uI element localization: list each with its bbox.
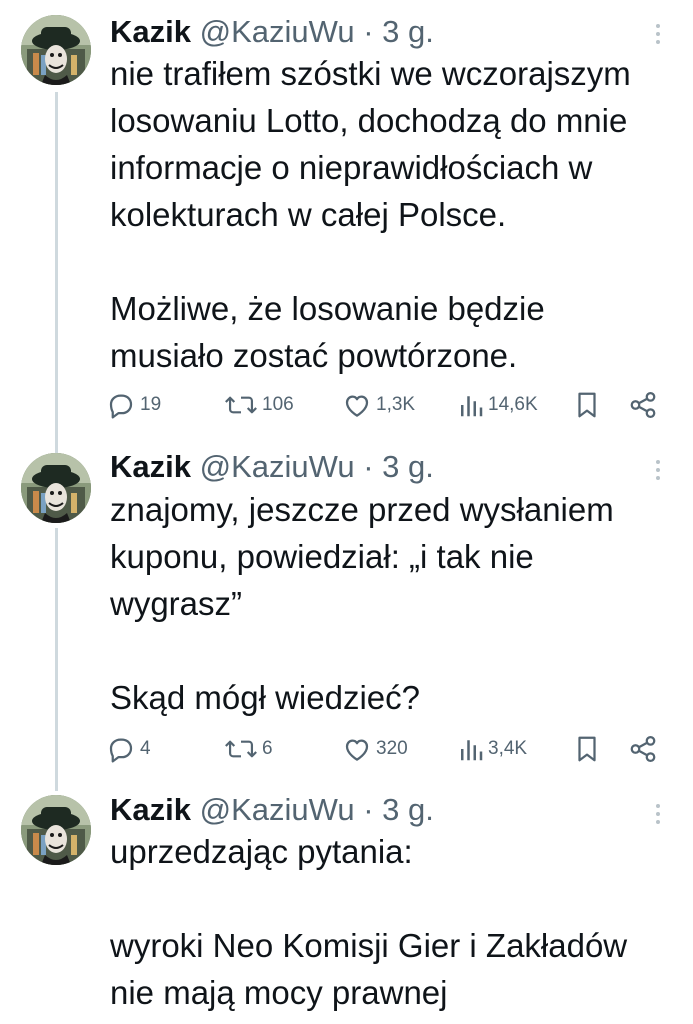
views-button[interactable]: 3,4K (458, 733, 527, 765)
avatar-image (21, 795, 91, 865)
thread-line (55, 528, 58, 791)
share-button[interactable] (628, 733, 662, 765)
views-icon (461, 740, 483, 761)
repost-button[interactable]: 6 (224, 733, 273, 765)
like-button[interactable]: 1,3K (342, 389, 415, 421)
more-icon[interactable] (652, 804, 664, 828)
more-icon[interactable] (652, 24, 664, 48)
timestamp[interactable]: 3 g. (382, 449, 434, 484)
tweet-text-line: informacje o nieprawidłościach w (110, 149, 593, 186)
reply-icon (109, 394, 133, 419)
share-icon (630, 392, 656, 418)
bookmark-icon (578, 736, 596, 762)
author-name[interactable]: Kazik (110, 792, 191, 827)
author-name[interactable]: Kazik (110, 449, 191, 484)
separator-dot: · (363, 792, 374, 827)
tweet-header: Kazik @KaziuWu · 3 g. (110, 792, 434, 828)
tweet-text-line: Skąd mógł wiedzieć? (110, 679, 420, 716)
like-icon (345, 739, 369, 761)
reply-count: 4 (140, 738, 151, 759)
reply-button[interactable]: 19 (106, 389, 161, 421)
views-button[interactable]: 14,6K (458, 389, 538, 421)
tweet-text: znajomy, jeszcze przed wysłaniem kuponu,… (110, 486, 614, 721)
author-handle[interactable]: @KaziuWu (200, 14, 355, 49)
views-count: 3,4K (488, 738, 528, 759)
more-icon[interactable] (652, 460, 664, 484)
bookmark-button[interactable] (574, 733, 604, 765)
tweet-text-line: Możliwe, że losowanie będzie (110, 290, 545, 327)
views-icon (461, 396, 483, 417)
reply-button[interactable]: 4 (106, 733, 151, 765)
avatar-image (21, 15, 91, 85)
tweet-text: uprzedzając pytania: wyroki Neo Komisji … (110, 828, 627, 1016)
like-icon (345, 395, 369, 417)
like-count: 1,3K (376, 394, 416, 415)
like-button[interactable]: 320 (342, 733, 408, 765)
timestamp[interactable]: 3 g. (382, 792, 434, 827)
timestamp[interactable]: 3 g. (382, 14, 434, 49)
tweet-text-line: musiało zostać powtórzone. (110, 337, 518, 374)
separator-dot: · (363, 14, 374, 49)
reply-count: 19 (140, 394, 162, 415)
tweet-text-line: nie trafiłem szóstki we wczorajszym (110, 55, 631, 92)
bookmark-button[interactable] (574, 389, 604, 421)
thread-line (55, 92, 58, 458)
repost-count: 106 (262, 394, 294, 415)
share-button[interactable] (628, 389, 662, 421)
repost-count: 6 (262, 738, 273, 759)
avatar[interactable] (21, 15, 91, 85)
tweet-actions: 19 106 1,3K 14,6K (106, 389, 666, 421)
tweet-text-line: wyroki Neo Komisji Gier i Zakładów (110, 927, 628, 964)
author-handle[interactable]: @KaziuWu (200, 449, 355, 484)
repost-icon (225, 396, 257, 414)
tweet-header: Kazik @KaziuWu · 3 g. (110, 14, 434, 50)
tweet-text-line: wygrasz” (110, 585, 243, 622)
tweet-text-line: kuponu, powiedział: „i tak nie (110, 538, 534, 575)
separator-dot: · (363, 449, 374, 484)
tweet-actions: 4 6 320 3,4K (106, 733, 666, 765)
tweet-header: Kazik @KaziuWu · 3 g. (110, 449, 434, 485)
like-count: 320 (376, 738, 408, 759)
author-name[interactable]: Kazik (110, 14, 191, 49)
repost-icon (225, 740, 257, 758)
tweet-text-line: kolekturach w całej Polsce. (110, 196, 507, 233)
avatar[interactable] (21, 453, 91, 523)
tweet-text-line: uprzedzając pytania: (110, 833, 413, 870)
tweet-text-line: losowaniu Lotto, dochodzą do mnie (110, 102, 628, 139)
reply-icon (109, 738, 133, 763)
tweet-text: nie trafiłem szóstki we wczorajszym loso… (110, 50, 631, 379)
avatar-image (21, 453, 91, 523)
views-count: 14,6K (488, 394, 538, 415)
author-handle[interactable]: @KaziuWu (200, 792, 355, 827)
repost-button[interactable]: 106 (224, 389, 294, 421)
tweet-text-line: nie mają mocy prawnej (110, 974, 448, 1011)
tweet-text-line: znajomy, jeszcze przed wysłaniem (110, 491, 614, 528)
bookmark-icon (578, 392, 596, 418)
avatar[interactable] (21, 795, 91, 865)
share-icon (630, 736, 656, 762)
